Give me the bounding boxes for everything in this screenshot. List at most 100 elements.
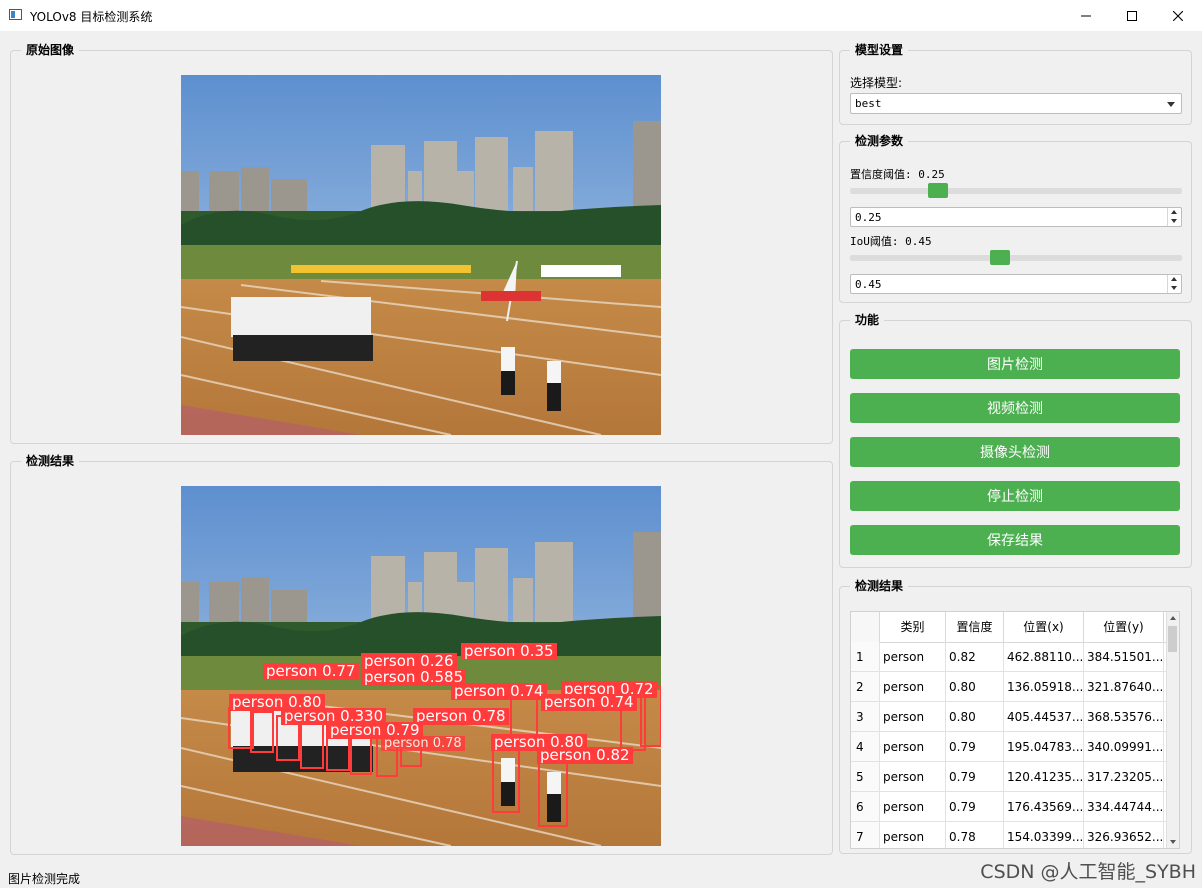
cell-confidence: 0.80 bbox=[946, 702, 1004, 731]
detection-params-title: 检测参数 bbox=[850, 132, 909, 149]
watermark: CSDN @人工智能_SYBH bbox=[980, 861, 1196, 883]
conf-threshold-label: 置信度阈值: 0.25 bbox=[850, 168, 945, 181]
table-row[interactable]: 2 person 0.80 136.05918... 321.87640... bbox=[851, 672, 1169, 702]
save-result-button[interactable]: 保存结果 bbox=[850, 525, 1180, 555]
row-index: 5 bbox=[851, 762, 880, 791]
cell-confidence: 0.78 bbox=[946, 822, 1004, 848]
model-select-value: best bbox=[855, 97, 882, 110]
cell-y: 368.53576... bbox=[1084, 702, 1164, 731]
cell-x: 154.03399... bbox=[1004, 822, 1084, 848]
conf-spinbox-buttons[interactable] bbox=[1167, 208, 1181, 226]
cell-y: 334.44744... bbox=[1084, 792, 1164, 821]
cell-confidence: 0.80 bbox=[946, 672, 1004, 701]
cell-class: person bbox=[880, 792, 946, 821]
conf-spinbox[interactable]: 0.25 bbox=[850, 207, 1182, 227]
cell-confidence: 0.82 bbox=[946, 642, 1004, 671]
row-index: 4 bbox=[851, 732, 880, 761]
conf-spinbox-value: 0.25 bbox=[855, 211, 882, 224]
cell-class: person bbox=[880, 762, 946, 791]
table-row[interactable]: 1 person 0.82 462.88110... 384.51501... bbox=[851, 642, 1169, 672]
results-title: 检测结果 bbox=[850, 577, 909, 594]
cell-confidence: 0.79 bbox=[946, 732, 1004, 761]
cell-class: person bbox=[880, 642, 946, 671]
results-panel: 检测结果 类别 置信度 位置(x) 位置(y) 1 person 0.82 46… bbox=[839, 577, 1192, 854]
maximize-button[interactable] bbox=[1109, 0, 1155, 31]
detection-label: person 0.35 bbox=[461, 643, 557, 660]
model-select-label: 选择模型: bbox=[850, 76, 903, 90]
table-corner[interactable] bbox=[851, 612, 880, 642]
column-header-y[interactable]: 位置(y) bbox=[1084, 612, 1164, 642]
detection-label: person 0.74 bbox=[541, 694, 637, 711]
minimize-icon bbox=[1081, 15, 1091, 16]
column-header-class[interactable]: 类别 bbox=[880, 612, 946, 642]
iou-slider[interactable] bbox=[850, 250, 1182, 265]
scroll-thumb[interactable] bbox=[1168, 626, 1177, 652]
cell-y: 326.93652... bbox=[1084, 822, 1164, 848]
iou-spinbox-buttons[interactable] bbox=[1167, 275, 1181, 293]
spin-up-icon[interactable] bbox=[1171, 210, 1177, 214]
result-image-title: 检测结果 bbox=[21, 452, 80, 469]
row-index: 7 bbox=[851, 822, 880, 848]
detection-label: person 0.82 bbox=[537, 747, 633, 764]
table-scrollbar[interactable] bbox=[1166, 612, 1179, 848]
stop-detect-button[interactable]: 停止检测 bbox=[850, 481, 1180, 511]
result-image-panel: 检测结果 person 0.35 person 0.26 person 0.58… bbox=[10, 452, 833, 855]
cell-confidence: 0.79 bbox=[946, 792, 1004, 821]
spin-down-icon[interactable] bbox=[1171, 286, 1177, 290]
row-index: 2 bbox=[851, 672, 880, 701]
cell-y: 317.23205... bbox=[1084, 762, 1164, 791]
detection-label: person 0.78 bbox=[413, 708, 509, 725]
minimize-button[interactable] bbox=[1063, 0, 1109, 31]
row-index: 3 bbox=[851, 702, 880, 731]
iou-spinbox[interactable]: 0.45 bbox=[850, 274, 1182, 294]
model-settings-title: 模型设置 bbox=[850, 41, 909, 58]
model-settings-panel: 模型设置 选择模型: best bbox=[839, 41, 1192, 125]
conf-slider[interactable] bbox=[850, 183, 1182, 198]
cell-y: 384.51501... bbox=[1084, 642, 1164, 671]
image-detect-button[interactable]: 图片检测 bbox=[850, 349, 1180, 379]
cell-class: person bbox=[880, 822, 946, 848]
cell-class: person bbox=[880, 672, 946, 701]
maximize-icon bbox=[1127, 10, 1137, 21]
iou-slider-handle[interactable] bbox=[990, 250, 1010, 265]
cell-class: person bbox=[880, 702, 946, 731]
detection-label: person 0.74 bbox=[451, 683, 547, 700]
table-row[interactable]: 6 person 0.79 176.43569... 334.44744... bbox=[851, 792, 1169, 822]
scroll-down-icon[interactable] bbox=[1170, 840, 1176, 844]
scroll-up-icon[interactable] bbox=[1170, 616, 1176, 620]
cell-x: 120.41235... bbox=[1004, 762, 1084, 791]
spin-down-icon[interactable] bbox=[1171, 219, 1177, 223]
spin-up-icon[interactable] bbox=[1171, 277, 1177, 281]
cell-x: 462.88110... bbox=[1004, 642, 1084, 671]
video-detect-button[interactable]: 视频检测 bbox=[850, 393, 1180, 423]
app-icon bbox=[9, 9, 22, 20]
cell-y: 321.87640... bbox=[1084, 672, 1164, 701]
camera-detect-button[interactable]: 摄像头检测 bbox=[850, 437, 1180, 467]
close-icon bbox=[1173, 10, 1183, 21]
result-image: person 0.35 person 0.26 person 0.585 per… bbox=[181, 486, 661, 846]
model-select[interactable]: best bbox=[850, 93, 1182, 114]
column-header-confidence[interactable]: 置信度 bbox=[946, 612, 1004, 642]
table-row[interactable]: 4 person 0.79 195.04783... 340.09991... bbox=[851, 732, 1169, 762]
row-index: 1 bbox=[851, 642, 880, 671]
original-image-title: 原始图像 bbox=[21, 41, 80, 58]
title-bar: YOLOv8 目标检测系统 bbox=[0, 0, 1202, 31]
table-row[interactable]: 7 person 0.78 154.03399... 326.93652... bbox=[851, 822, 1169, 848]
column-header-x[interactable]: 位置(x) bbox=[1004, 612, 1084, 642]
results-table[interactable]: 类别 置信度 位置(x) 位置(y) 1 person 0.82 462.881… bbox=[850, 611, 1180, 849]
detection-params-panel: 检测参数 置信度阈值: 0.25 0.25 IoU阈值: 0.45 0.45 bbox=[839, 132, 1192, 303]
detection-label: person 0.77 bbox=[263, 663, 359, 680]
cell-y: 340.09991... bbox=[1084, 732, 1164, 761]
cell-class: person bbox=[880, 732, 946, 761]
cell-x: 405.44537... bbox=[1004, 702, 1084, 731]
original-image-panel: 原始图像 bbox=[10, 41, 833, 444]
detection-label: person 0.78 bbox=[381, 736, 465, 751]
iou-spinbox-value: 0.45 bbox=[855, 278, 882, 291]
conf-slider-handle[interactable] bbox=[928, 183, 948, 198]
functions-panel: 功能 图片检测 视频检测 摄像头检测 停止检测 保存结果 bbox=[839, 311, 1192, 568]
close-button[interactable] bbox=[1155, 0, 1201, 31]
table-row[interactable]: 3 person 0.80 405.44537... 368.53576... bbox=[851, 702, 1169, 732]
status-text: 图片检测完成 bbox=[8, 872, 81, 886]
table-row[interactable]: 5 person 0.79 120.41235... 317.23205... bbox=[851, 762, 1169, 792]
cell-x: 136.05918... bbox=[1004, 672, 1084, 701]
